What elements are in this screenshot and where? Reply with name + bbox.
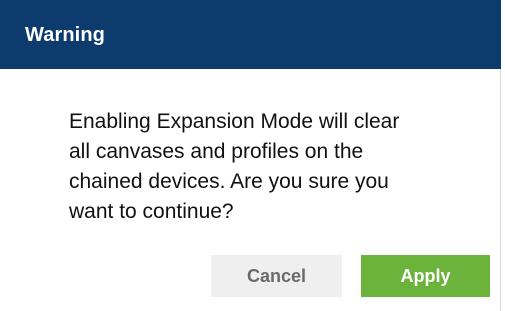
apply-button[interactable]: Apply bbox=[361, 255, 490, 297]
dialog-title: Warning bbox=[25, 24, 105, 46]
dialog-message: Enabling Expansion Mode will clear all c… bbox=[69, 110, 400, 223]
cancel-button[interactable]: Cancel bbox=[211, 255, 342, 297]
warning-dialog: Warning Enabling Expansion Mode will cle… bbox=[0, 0, 501, 311]
dialog-title-bar: Warning bbox=[0, 0, 501, 69]
